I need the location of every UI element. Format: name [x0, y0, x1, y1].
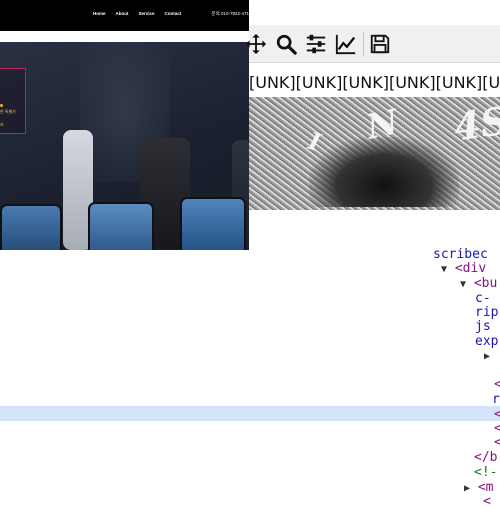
save-icon[interactable] [367, 31, 393, 57]
move-icon[interactable] [243, 31, 269, 57]
expand-triangle-icon: ▶ [464, 483, 471, 494]
site-phone: 문의 010-7922-471 [211, 11, 249, 16]
noisy-captcha-image: Ⅰ N 4S [249, 97, 500, 210]
expand-triangle-icon: ▼ [441, 264, 448, 275]
dom-node-row[interactable]: ▼ <div [441, 261, 486, 276]
dom-node-row[interactable]: scribec [433, 247, 488, 262]
dom-node-row[interactable]: ▶ <m [464, 480, 494, 495]
dom-node-row[interactable]: < [494, 421, 500, 436]
nav-link-service[interactable]: Service [139, 11, 155, 16]
unk-token-text: [UNK][UNK][UNK][UNK][UNK][UNK] [249, 73, 500, 92]
nav-link-contact[interactable]: Contact [165, 11, 182, 16]
expand-triangle-icon: ▶ [484, 351, 491, 362]
dom-node-row[interactable]: < [494, 435, 500, 450]
noise-glyph-2: 4S [451, 97, 500, 150]
dom-node-row[interactable]: ▼ <bu [460, 276, 497, 291]
dom-node-row[interactable]: ▶ [484, 348, 490, 363]
devtools-elements-panel: scribec ▼ <div ▼ <bu c- rip js exp ▶ < r… [0, 240, 500, 509]
dom-node-row[interactable]: exp [475, 334, 498, 349]
dom-node-row[interactable]: rip [475, 305, 498, 320]
nav-link-home[interactable]: Home [93, 11, 106, 16]
chart-line-icon[interactable] [333, 31, 359, 57]
nav-link-about[interactable]: About [116, 11, 129, 16]
sliders-icon[interactable] [303, 31, 329, 57]
dom-comment-row[interactable]: <!- [474, 465, 497, 480]
website-preview: Home About Service Contact 문의 010-7922-4… [0, 0, 249, 250]
plot-toolbar [245, 25, 500, 63]
dom-node-row-selected[interactable]: < [494, 407, 500, 422]
top-strip [249, 0, 500, 25]
dom-node-row[interactable]: < [483, 494, 491, 509]
dom-node-row[interactable]: c- [475, 291, 491, 306]
toolbar-divider [363, 32, 364, 56]
dom-node-row[interactable]: js [475, 319, 491, 334]
expand-triangle-icon: ▼ [460, 279, 467, 290]
dom-node-row[interactable]: r [492, 392, 500, 407]
hero-text: 한 특별가 [0, 109, 16, 114]
noise-dark-blob [309, 137, 459, 207]
zoom-icon[interactable] [273, 31, 299, 57]
site-spacer [0, 31, 249, 42]
dom-node-row[interactable]: </b [474, 450, 497, 465]
hero-bullet-icon [0, 104, 3, 107]
hero-banner: 한 특별가 라 [0, 42, 249, 250]
site-navbar: Home About Service Contact 문의 010-7922-4… [0, 0, 249, 31]
hero-text-2: 라 [0, 122, 4, 127]
dom-node-row[interactable]: < [494, 377, 500, 392]
